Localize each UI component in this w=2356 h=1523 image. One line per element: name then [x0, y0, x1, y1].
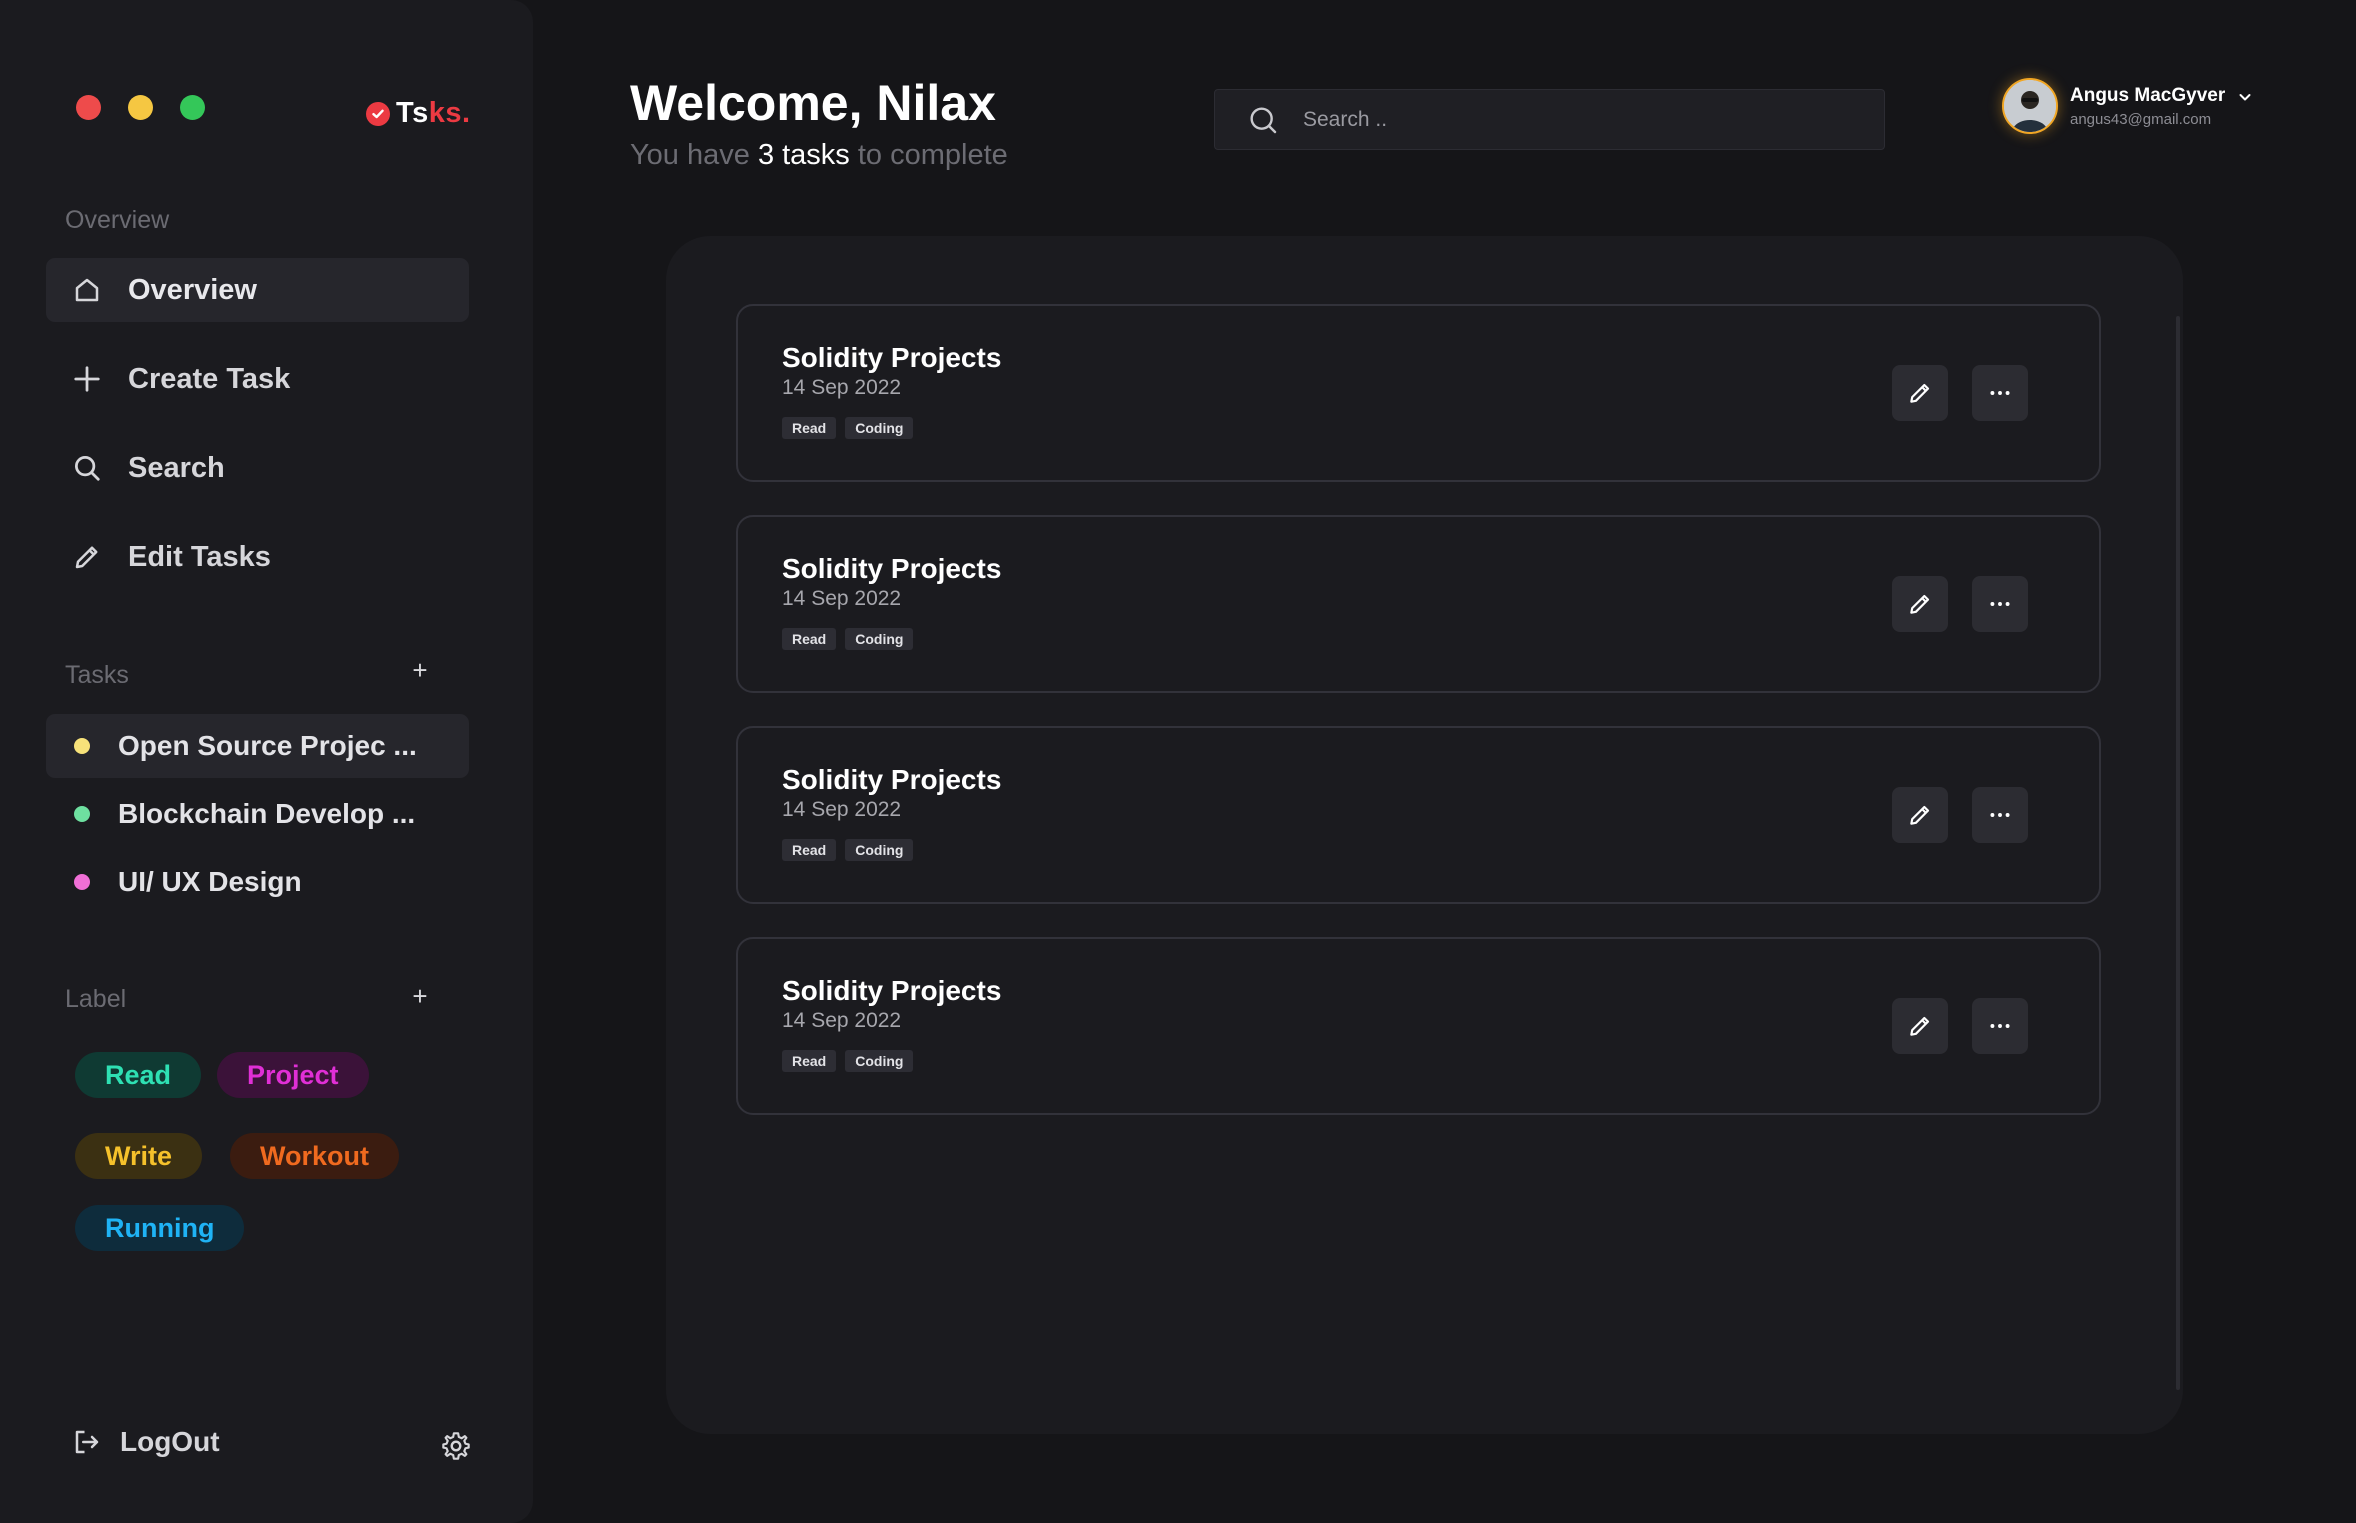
task-card-date: 14 Sep 2022 — [782, 1009, 902, 1032]
task-count: 3 tasks — [757, 139, 850, 171]
more-horizontal-icon — [1990, 602, 2010, 606]
task-list-item-label: Open Source Projec ... — [118, 730, 417, 761]
task-card-tags: Read Coding — [782, 628, 914, 650]
tasks-section-title: Tasks — [65, 661, 129, 689]
user-email: angus43@gmail.com — [2070, 110, 2212, 128]
more-horizontal-icon — [1990, 813, 2010, 817]
task-card-tags: Read Coding — [782, 417, 914, 439]
edit-task-button[interactable] — [1892, 787, 1948, 843]
app-window: Tsks. Overview Overview Create Task Sear… — [0, 0, 2356, 1523]
label-write[interactable]: Write — [75, 1133, 203, 1179]
tag-badge: Coding — [845, 628, 914, 650]
tag-badge: Read — [782, 1050, 837, 1072]
tag-badge: Read — [782, 417, 837, 439]
more-options-button[interactable] — [1972, 787, 2028, 843]
home-icon — [75, 278, 99, 302]
settings-button[interactable] — [440, 1430, 472, 1467]
label-section-title: Label — [65, 985, 127, 1013]
more-options-button[interactable] — [1972, 576, 2028, 632]
task-list-item[interactable]: Blockchain Develop ... — [46, 782, 469, 846]
chevron-down-icon — [2239, 94, 2251, 101]
check-circle-icon — [366, 101, 390, 126]
task-color-dot — [74, 806, 90, 822]
task-card-title: Solidity Projects — [782, 764, 1002, 795]
add-label-button[interactable]: + — [408, 981, 432, 1012]
user-menu-toggle[interactable] — [2237, 89, 2253, 110]
search-input[interactable] — [1303, 107, 1863, 132]
more-horizontal-icon — [1990, 391, 2010, 395]
logout-button[interactable]: LogOut — [72, 1426, 220, 1458]
tag-badge: Coding — [845, 839, 914, 861]
gear-icon — [442, 1432, 470, 1460]
tag-badge: Coding — [845, 1050, 914, 1072]
nav-overview[interactable]: Overview — [46, 258, 469, 322]
task-card-title: Solidity Projects — [782, 342, 1002, 373]
nav-create-task-label: Create Task — [128, 362, 291, 395]
nav-edit-tasks-label: Edit Tasks — [128, 540, 271, 573]
plus-icon — [74, 366, 100, 392]
nav-create-task[interactable]: Create Task — [46, 347, 469, 411]
close-window-button[interactable] — [76, 95, 101, 120]
search-icon — [1250, 106, 1277, 133]
logout-icon — [75, 1430, 99, 1454]
nav-search-label: Search — [128, 451, 225, 484]
pencil-icon — [75, 546, 98, 569]
task-list-item[interactable]: Open Source Projec ... — [46, 714, 469, 778]
more-horizontal-icon — [1990, 1024, 2010, 1028]
pencil-icon — [1910, 805, 1930, 825]
task-list-item[interactable]: UI/ UX Design — [46, 850, 469, 914]
edit-task-button[interactable] — [1892, 576, 1948, 632]
task-card[interactable]: Solidity Projects 14 Sep 2022 Read Codin… — [736, 726, 2101, 904]
task-card[interactable]: Solidity Projects 14 Sep 2022 Read Codin… — [736, 304, 2101, 482]
task-card-date: 14 Sep 2022 — [782, 376, 902, 399]
welcome-heading: Welcome, Nilax — [630, 75, 996, 131]
task-card[interactable]: Solidity Projects 14 Sep 2022 Read Codin… — [736, 515, 2101, 693]
pencil-icon — [1910, 594, 1930, 614]
search-bar[interactable] — [1214, 89, 1885, 150]
tag-badge: Coding — [845, 417, 914, 439]
task-list-item-label: UI/ UX Design — [118, 866, 302, 897]
user-name: Angus MacGyver — [2070, 84, 2226, 106]
nav-edit-tasks[interactable]: Edit Tasks — [46, 525, 469, 589]
task-list-item-label: Blockchain Develop ... — [118, 798, 416, 829]
task-card-title: Solidity Projects — [782, 553, 1002, 584]
pencil-icon — [1910, 383, 1930, 403]
add-task-list-button[interactable]: + — [408, 655, 432, 686]
sidebar: Tsks. Overview Overview Create Task Sear… — [0, 0, 533, 1523]
logout-label: LogOut — [120, 1426, 220, 1457]
app-logo: Tsks. — [366, 97, 471, 130]
task-card-tags: Read Coding — [782, 839, 914, 861]
task-card-date: 14 Sep 2022 — [782, 587, 902, 610]
window-controls — [76, 95, 205, 120]
label-running[interactable]: Running — [75, 1205, 245, 1251]
minimize-window-button[interactable] — [128, 95, 153, 120]
maximize-window-button[interactable] — [180, 95, 205, 120]
search-icon — [75, 456, 100, 481]
tag-badge: Read — [782, 628, 837, 650]
nav-search[interactable]: Search — [46, 436, 469, 500]
task-card-date: 14 Sep 2022 — [782, 798, 902, 821]
task-color-dot — [74, 874, 90, 890]
user-profile[interactable]: Angus MacGyver angus43@gmail.com — [2002, 78, 2225, 134]
task-card-tags: Read Coding — [782, 1050, 914, 1072]
avatar — [2002, 78, 2058, 134]
task-card[interactable]: Solidity Projects 14 Sep 2022 Read Codin… — [736, 937, 2101, 1115]
task-card-title: Solidity Projects — [782, 975, 1002, 1006]
label-workout[interactable]: Workout — [230, 1133, 399, 1179]
nav-overview-label: Overview — [128, 273, 257, 306]
task-summary: You have 3 tasks to complete — [630, 139, 1008, 171]
overview-section-title: Overview — [65, 206, 170, 234]
more-options-button[interactable] — [1972, 365, 2028, 421]
more-options-button[interactable] — [1972, 998, 2028, 1054]
label-read[interactable]: Read — [75, 1052, 202, 1098]
tag-badge: Read — [782, 839, 837, 861]
task-color-dot — [74, 738, 90, 754]
label-project[interactable]: Project — [217, 1052, 369, 1098]
edit-task-button[interactable] — [1892, 365, 1948, 421]
pencil-icon — [1910, 1016, 1930, 1036]
panel-scrollbar[interactable] — [2176, 316, 2180, 1390]
edit-task-button[interactable] — [1892, 998, 1948, 1054]
logo-text: Tsks. — [396, 97, 471, 129]
